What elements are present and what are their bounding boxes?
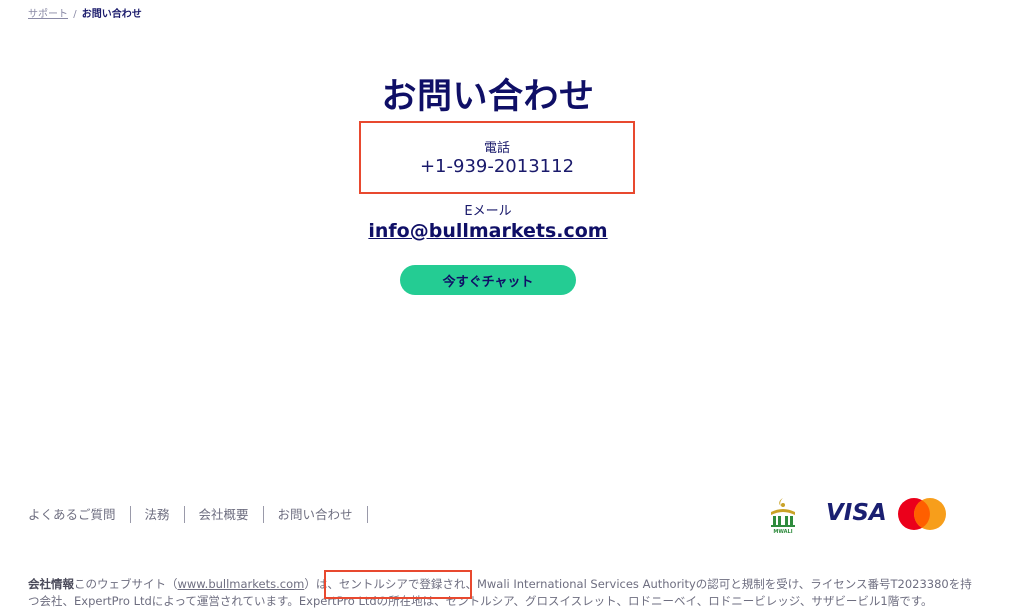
company-info-text-2: ）は、 bbox=[304, 577, 339, 591]
breadcrumb: サポート / お問い合わせ bbox=[28, 5, 142, 20]
chat-now-button[interactable]: 今すぐチャット bbox=[400, 265, 576, 295]
page-title: お問い合わせ bbox=[381, 77, 595, 117]
mwali-logo-text: MWALI bbox=[773, 529, 792, 534]
footer-link-about[interactable]: 会社概要 bbox=[185, 506, 264, 523]
footer-nav: よくあるご質問 法務 会社概要 お問い合わせ bbox=[28, 506, 368, 523]
visa-logo: VISA bbox=[826, 500, 887, 526]
phone-number[interactable]: +1-939-2013112 bbox=[361, 156, 633, 177]
email-label: Eメール bbox=[464, 204, 512, 219]
company-info-text-1: このウェブサイト（ bbox=[74, 577, 178, 591]
footer-link-legal[interactable]: 法務 bbox=[131, 506, 185, 523]
phone-label: 電話 bbox=[483, 141, 510, 156]
email-link-wrapper: info@bullmarkets.com bbox=[0, 220, 976, 242]
email-link[interactable]: info@bullmarkets.com bbox=[368, 220, 607, 242]
breadcrumb-current: お問い合わせ bbox=[81, 9, 142, 20]
mastercard-logo-icon bbox=[898, 498, 946, 530]
mwali-logo-icon: MWALI bbox=[771, 498, 795, 534]
company-info-title: 会社情報 bbox=[28, 577, 74, 591]
breadcrumb-separator: / bbox=[73, 9, 77, 20]
company-info-registered: セントルシアで登録され、 bbox=[338, 577, 477, 591]
company-info: 会社情報このウェブサイト（www.bullmarkets.com）は、セントルシ… bbox=[28, 576, 978, 610]
phone-highlight-box: 電話 +1-939-2013112 bbox=[359, 121, 635, 194]
footer-link-faq[interactable]: よくあるご質問 bbox=[28, 506, 131, 523]
breadcrumb-support-link[interactable]: サポート bbox=[28, 9, 68, 20]
footer-link-contact[interactable]: お問い合わせ bbox=[264, 506, 368, 523]
company-website-link[interactable]: www.bullmarkets.com bbox=[178, 577, 305, 591]
